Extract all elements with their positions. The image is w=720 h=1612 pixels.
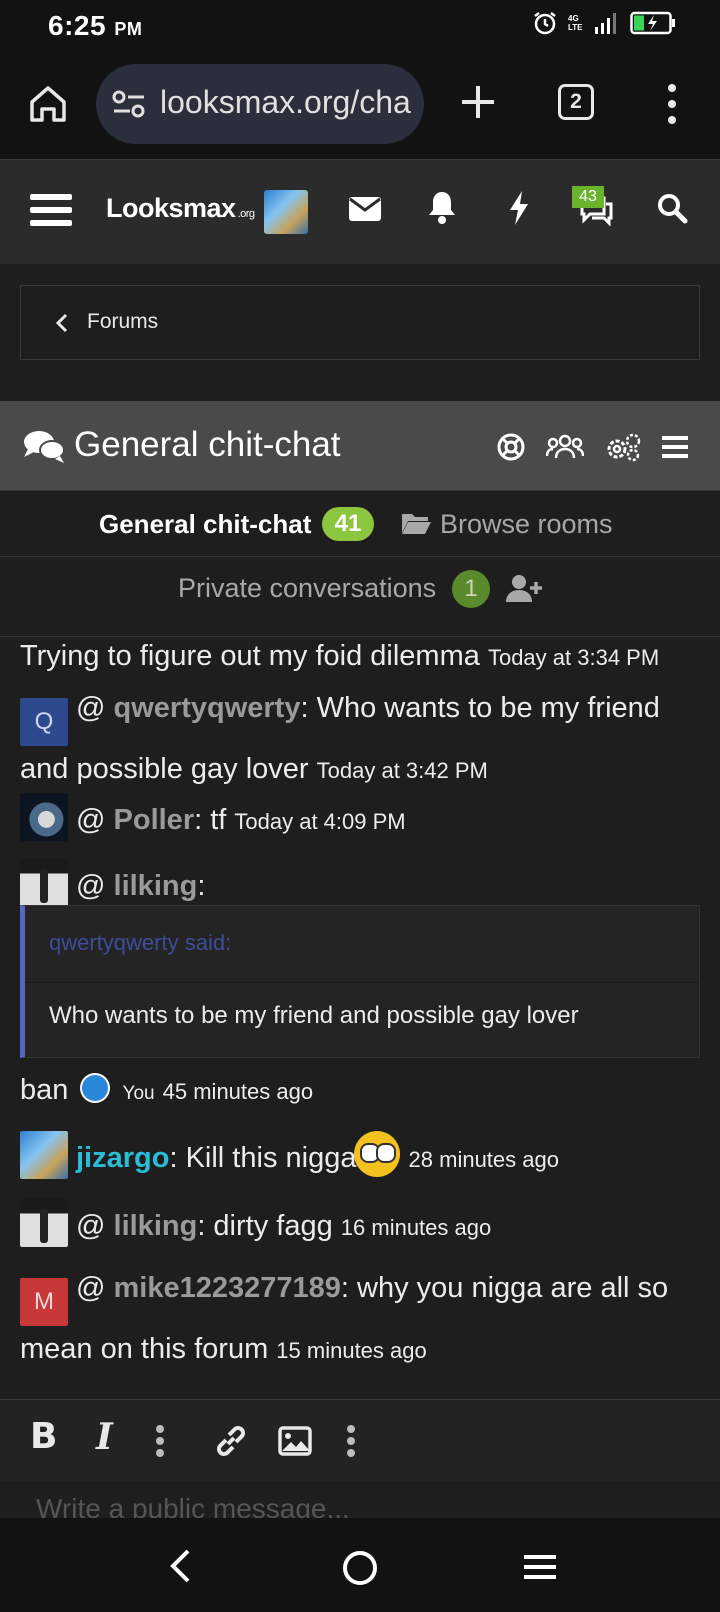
avatar[interactable]	[20, 859, 68, 907]
username-link[interactable]: Poller	[114, 804, 195, 836]
like-reaction-icon[interactable]	[80, 1073, 111, 1103]
browser-menu-icon[interactable]	[662, 82, 682, 126]
bold-button[interactable]: B	[30, 1416, 57, 1457]
more-format-icon[interactable]	[154, 1424, 166, 1458]
chat-message: ban You 45 minutes ago	[20, 1073, 314, 1106]
system-nav-bar	[0, 1518, 720, 1612]
status-icons: 4G LTE	[532, 10, 676, 36]
room-count-badge: 41	[322, 507, 374, 541]
comments-icon	[24, 431, 65, 463]
chat-title: General chit-chat	[74, 425, 341, 464]
chat-header: General chit-chat	[0, 401, 720, 491]
message-time: 45 minutes ago	[162, 1079, 314, 1104]
tab-current-room[interactable]: General chit-chat	[99, 509, 311, 540]
message-time: Today at 4:09 PM	[234, 809, 406, 834]
chat-message: Q @ qwertyqwerty: Who wants to be my frie…	[20, 692, 660, 785]
site-logo[interactable]: Looksmax .org	[106, 193, 255, 224]
avatar[interactable]: M	[20, 1278, 68, 1326]
quote-block: qwertyqwerty said: Who wants to be my fr…	[20, 905, 700, 1058]
tab-browse-rooms[interactable]: Browse rooms	[440, 509, 613, 540]
chat-message: jizargo: Kill this nigga 28 minutes ago	[20, 1131, 700, 1183]
room-tabs: General chit-chat 41 Browse rooms	[0, 491, 720, 557]
menu-icon[interactable]	[30, 192, 72, 228]
message-time: 28 minutes ago	[408, 1147, 559, 1172]
chat-message: M @ mike1223277189: why you nigga are all…	[20, 1272, 669, 1365]
message-time: 15 minutes ago	[276, 1338, 427, 1363]
link-icon[interactable]	[214, 1424, 248, 1458]
italic-button[interactable]: I	[96, 1416, 113, 1458]
chat-message: Trying to figure out my foid dilemma Tod…	[20, 640, 660, 672]
username-link[interactable]: lilking	[114, 1210, 198, 1242]
bell-icon[interactable]	[428, 190, 456, 224]
signal-icon	[595, 13, 616, 34]
browser-toolbar: looksmax.org/cha 2	[0, 56, 720, 160]
message-input-placeholder: Write a public message...	[36, 1493, 350, 1518]
username-link[interactable]: lilking	[114, 870, 198, 902]
status-bar: 6:25 PM 4G LTE	[0, 0, 720, 56]
avatar[interactable]: Q	[20, 698, 68, 746]
tab-switcher-button[interactable]: 2	[558, 84, 594, 120]
home-icon[interactable]	[26, 82, 70, 126]
chat-message: @ lilking:	[20, 859, 700, 909]
username-link[interactable]: jizargo	[76, 1142, 169, 1174]
more-insert-icon[interactable]	[345, 1424, 357, 1458]
folder-open-icon	[402, 514, 431, 534]
user-avatar[interactable]	[264, 190, 308, 234]
reaction-by: You	[122, 1083, 155, 1104]
inbox-icon[interactable]	[348, 196, 382, 222]
editor-toolbar: B I	[0, 1399, 720, 1481]
avatar[interactable]	[20, 793, 68, 841]
chat-messages: Trying to figure out my foid dilemma Tod…	[0, 637, 720, 1399]
message-time: Today at 3:42 PM	[316, 758, 488, 783]
chevron-left-icon	[55, 313, 68, 333]
username-link[interactable]: mike1223277189	[114, 1272, 341, 1304]
username-link[interactable]: qwertyqwerty	[114, 692, 301, 724]
url-text: looksmax.org/cha	[160, 84, 411, 120]
tab-private-conversations[interactable]: Private conversations	[178, 573, 436, 604]
emoji-icon	[354, 1131, 401, 1177]
message-time: Today at 3:34 PM	[487, 645, 660, 670]
breadcrumb-label: Forums	[87, 310, 159, 333]
chat-message: @ lilking: dirty fagg 16 minutes ago	[20, 1199, 700, 1251]
back-icon[interactable]	[168, 1548, 192, 1584]
recents-icon[interactable]	[524, 1554, 556, 1580]
new-tab-icon[interactable]	[456, 80, 500, 124]
users-icon[interactable]	[546, 432, 584, 462]
image-icon[interactable]	[278, 1426, 312, 1456]
add-user-icon[interactable]	[506, 574, 542, 604]
site-header: Looksmax .org	[0, 160, 720, 264]
network-type: 4G LTE	[568, 14, 583, 32]
settings-icon[interactable]	[604, 432, 642, 462]
site-settings-icon[interactable]	[112, 88, 146, 120]
list-menu-icon[interactable]	[662, 435, 688, 459]
private-count-badge: 1	[452, 570, 490, 608]
alarm-icon	[534, 12, 556, 35]
chat-message: @ Poller: tf Today at 4:09 PM	[20, 793, 700, 845]
battery-icon	[630, 11, 675, 35]
avatar[interactable]	[20, 1131, 68, 1179]
search-icon[interactable]	[656, 192, 688, 224]
breadcrumb[interactable]: Forums	[20, 285, 700, 360]
lightning-icon[interactable]	[508, 190, 530, 226]
message-time: 16 minutes ago	[340, 1215, 492, 1240]
private-conversations-row: Private conversations 1	[0, 557, 720, 637]
lifebuoy-icon[interactable]	[496, 432, 526, 462]
quote-body: Who wants to be my friend and possible g…	[49, 1002, 579, 1029]
quote-divider	[25, 982, 699, 983]
status-time: 6:25 PM	[48, 10, 143, 41]
home-circle-icon[interactable]	[342, 1550, 378, 1586]
avatar[interactable]	[20, 1199, 68, 1247]
message-input[interactable]: Write a public message...	[0, 1481, 720, 1518]
quote-header[interactable]: qwertyqwerty said:	[49, 930, 231, 956]
url-bar[interactable]: looksmax.org/cha	[96, 64, 424, 144]
chat-notification-badge: 43	[572, 186, 604, 208]
